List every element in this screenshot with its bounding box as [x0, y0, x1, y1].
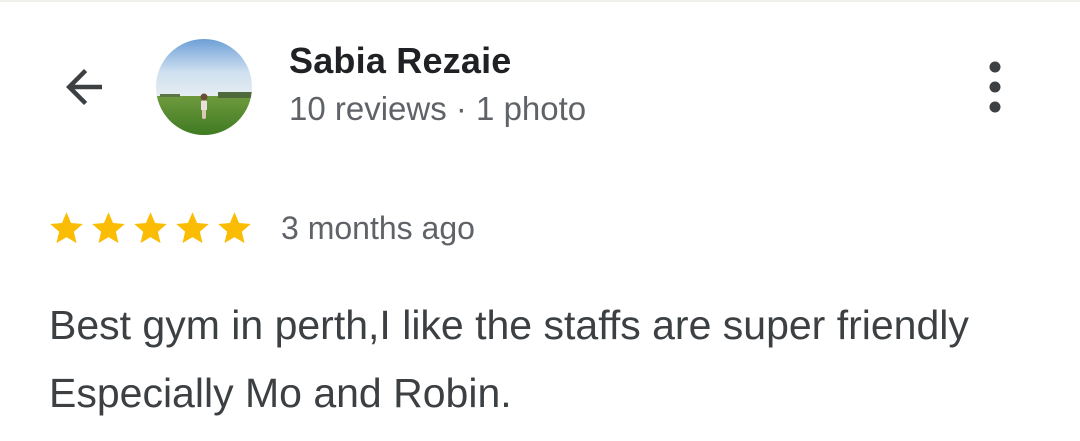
star-icon [215, 209, 254, 248]
review-text: Best gym in perth,I like the staffs are … [49, 302, 969, 416]
star-icon [131, 209, 170, 248]
star-rating [47, 209, 257, 248]
back-button[interactable] [44, 47, 124, 127]
star-icon [173, 209, 212, 248]
avatar[interactable] [156, 39, 252, 135]
star-icon [47, 209, 86, 248]
more-vert-icon [989, 61, 1001, 113]
avatar-photo [156, 39, 252, 135]
rating-row: 3 months ago [47, 205, 475, 251]
review-time: 3 months ago [281, 209, 475, 246]
star-icon [89, 209, 128, 248]
reviewer-meta: 10 reviews · 1 photo [289, 90, 587, 127]
more-options-button[interactable] [955, 47, 1035, 127]
review-detail-screen: Sabia Rezaie 10 reviews · 1 photo 3 mont… [0, 0, 1080, 441]
reviewer-name[interactable]: Sabia Rezaie [289, 40, 512, 82]
arrow-back-icon [66, 69, 102, 105]
